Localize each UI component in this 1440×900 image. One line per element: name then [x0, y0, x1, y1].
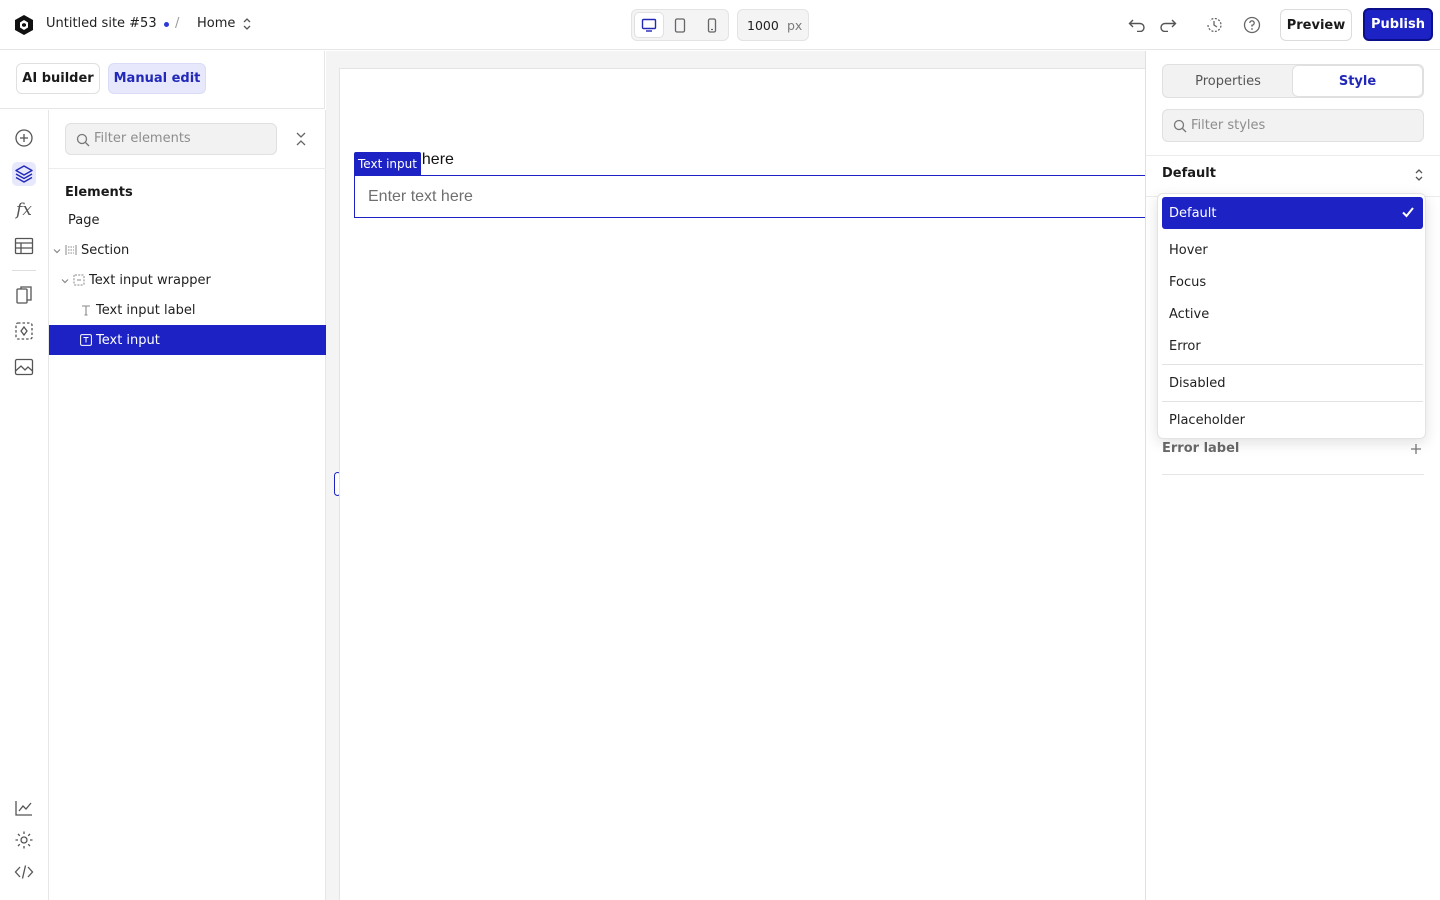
filter-elements-input[interactable] — [94, 131, 269, 146]
canvas-page[interactable]: t here Text input — [339, 68, 1145, 900]
layers-divider — [49, 168, 326, 169]
state-option-label: Active — [1169, 306, 1210, 322]
tree-item-label: Page — [68, 212, 100, 228]
state-option-default[interactable]: Default — [1162, 197, 1423, 229]
layers-panel: Elements Page Section Text input wrapper… — [49, 110, 326, 900]
tree-item-text-input[interactable]: Text input — [49, 325, 326, 355]
tablet-icon[interactable] — [666, 13, 694, 37]
tool-rail: fx — [0, 110, 49, 900]
section-icon — [65, 244, 77, 256]
tab-style[interactable]: Style — [1293, 66, 1422, 96]
text-input-field[interactable] — [354, 175, 1145, 218]
panel-divider — [1162, 474, 1424, 475]
state-option-label: Focus — [1169, 274, 1207, 290]
panel-divider — [1146, 155, 1440, 156]
manual-edit-button[interactable]: Manual edit — [108, 63, 206, 94]
search-icon — [1173, 119, 1187, 137]
canvas-width-field[interactable]: 1000 px — [737, 9, 809, 41]
canvas-width-unit: px — [787, 18, 803, 33]
site-name[interactable]: Untitled site #53 — [46, 16, 157, 31]
tree-item-label: Section — [81, 242, 130, 258]
tree-item-text-input-label[interactable]: Text input label — [49, 295, 326, 325]
code-icon[interactable] — [12, 860, 36, 884]
mobile-icon[interactable] — [698, 13, 726, 37]
wrapper-icon — [73, 274, 85, 286]
page-selector[interactable]: Home — [197, 16, 235, 31]
state-option-placeholder[interactable]: Placeholder — [1162, 405, 1423, 435]
app-logo-icon[interactable] — [13, 14, 35, 36]
state-option-label: Disabled — [1169, 375, 1226, 391]
filter-styles-input[interactable] — [1191, 118, 1411, 133]
device-switcher — [631, 9, 729, 41]
state-option-label: Default — [1169, 205, 1217, 221]
dropdown-divider — [1162, 364, 1423, 365]
search-icon — [76, 133, 90, 151]
input-field-icon — [80, 334, 92, 346]
undo-icon[interactable] — [1127, 15, 1147, 35]
chevron-updown-icon — [1414, 168, 1424, 186]
chevron-down-icon[interactable] — [60, 275, 70, 285]
canvas-width-value[interactable]: 1000 — [747, 18, 779, 33]
tree-item-label: Text input label — [96, 302, 196, 318]
rail-divider — [12, 270, 36, 271]
top-bar: Untitled site #53 / Home 1000 px Preview… — [0, 0, 1440, 50]
tree-item-section[interactable]: Section — [49, 235, 326, 265]
elements-heading: Elements — [65, 185, 133, 200]
state-option-label: Error — [1169, 338, 1201, 354]
state-selector[interactable]: Default — [1162, 166, 1424, 186]
unsaved-indicator — [164, 22, 169, 27]
state-option-label: Placeholder — [1169, 412, 1245, 428]
history-icon[interactable] — [1204, 15, 1224, 35]
assets-icon[interactable] — [12, 355, 36, 379]
layers-icon[interactable] — [12, 162, 36, 186]
chevron-down-icon[interactable] — [52, 245, 62, 255]
tree-item-text-input-wrapper[interactable]: Text input wrapper — [49, 265, 326, 295]
chevron-updown-icon[interactable] — [242, 17, 252, 31]
ai-builder-button[interactable]: AI builder — [16, 63, 100, 94]
tree-item-page[interactable]: Page — [49, 205, 326, 235]
analytics-icon[interactable] — [12, 796, 36, 820]
tree-item-label: Text input — [96, 332, 160, 348]
state-option-error[interactable]: Error — [1162, 331, 1423, 361]
error-label-section[interactable]: Error label — [1162, 441, 1239, 456]
text-icon — [80, 304, 92, 316]
add-icon[interactable] — [1409, 442, 1423, 456]
state-option-disabled[interactable]: Disabled — [1162, 368, 1423, 398]
filter-elements-field[interactable] — [65, 123, 277, 155]
preview-button[interactable]: Preview — [1280, 9, 1352, 41]
desktop-icon[interactable] — [635, 13, 663, 37]
panel-tabs: Properties Style — [1162, 64, 1424, 98]
tree-item-label: Text input wrapper — [89, 272, 211, 288]
collapse-all-icon[interactable] — [294, 131, 308, 147]
tab-properties[interactable]: Properties — [1164, 66, 1292, 96]
canvas-area: t here Text input — [326, 51, 1145, 900]
pages-icon[interactable] — [12, 283, 36, 307]
redo-icon[interactable] — [1158, 15, 1178, 35]
settings-gear-icon[interactable] — [12, 828, 36, 852]
selection-badge: Text input — [354, 152, 421, 175]
style-panel: Properties Style Default Error label — [1145, 51, 1440, 900]
add-element-icon[interactable] — [12, 126, 36, 150]
publish-button[interactable]: Publish — [1363, 8, 1433, 41]
table-icon[interactable] — [12, 234, 36, 258]
state-option-label: Hover — [1169, 242, 1208, 258]
dropdown-divider — [1162, 401, 1423, 402]
state-option-focus[interactable]: Focus — [1162, 267, 1423, 297]
state-selector-value: Default — [1162, 166, 1216, 181]
check-icon — [1401, 205, 1415, 223]
state-dropdown-menu: Default Hover Focus Active Error Disable… — [1157, 193, 1426, 439]
filter-styles-field[interactable] — [1162, 109, 1424, 142]
function-icon[interactable]: fx — [12, 198, 36, 222]
help-icon[interactable] — [1242, 15, 1262, 35]
state-option-hover[interactable]: Hover — [1162, 235, 1423, 265]
components-icon[interactable] — [12, 319, 36, 343]
state-option-active[interactable]: Active — [1162, 299, 1423, 329]
breadcrumb-separator: / — [175, 16, 180, 31]
mode-switcher: AI builder Manual edit — [0, 51, 325, 109]
